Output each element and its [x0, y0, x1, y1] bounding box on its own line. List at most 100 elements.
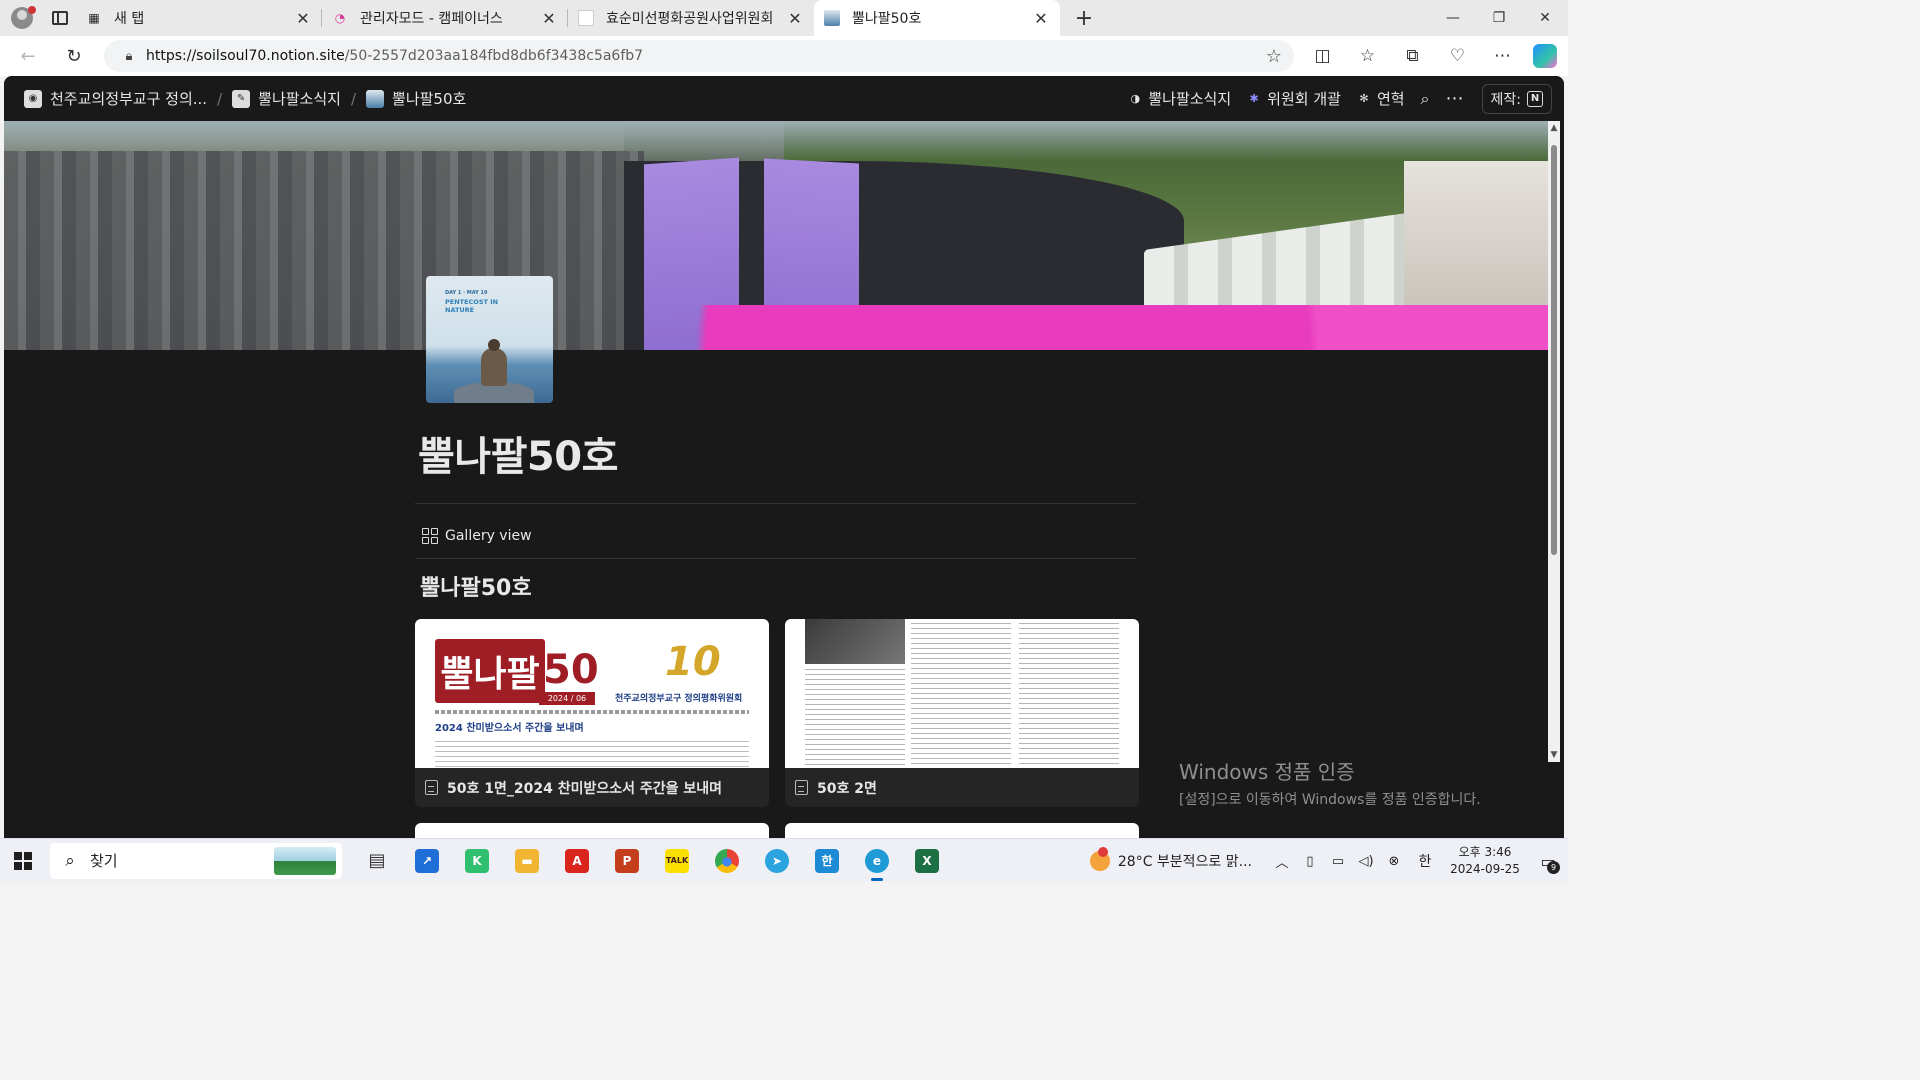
excel-icon: X: [915, 848, 939, 873]
back-button[interactable]: ←: [8, 36, 48, 76]
powerpoint-icon: P: [615, 848, 639, 873]
anniversary-logo-icon: 10: [665, 639, 721, 685]
battery-icon[interactable]: ▯: [1298, 854, 1322, 869]
newsletter-icon: ◑: [1130, 92, 1141, 105]
more-options-icon[interactable]: ⋯: [1480, 36, 1525, 76]
made-with-notion-button[interactable]: 제작: N: [1481, 83, 1552, 114]
taskbar-app-hangul[interactable]: 한: [802, 839, 852, 883]
page-scrollbar[interactable]: ▲ ▼: [1548, 121, 1560, 762]
system-tray: 28°C 부분적으로 맑... ︿ ▯ ▭ ◁) ⊗ 한 오후 3:46 202…: [1089, 839, 1568, 883]
gallery-card[interactable]: 50호 2면: [785, 619, 1139, 807]
page-cover-icon: [366, 89, 385, 108]
tab-peace-park[interactable]: 효순미선평화공원사업위원회 ✕: [568, 0, 814, 36]
taskbar-app-kinemaster[interactable]: K: [452, 839, 502, 883]
site-info-icon[interactable]: 🔒︎: [112, 49, 146, 64]
gallery-view-tab[interactable]: Gallery view: [422, 528, 532, 544]
notification-badge: 9: [1547, 861, 1560, 874]
restore-button[interactable]: ❐: [1476, 0, 1522, 36]
network-icon[interactable]: ▭: [1326, 854, 1350, 869]
browser-toolbar-actions: ◫ ☆ ⧉ ♡ ⋯: [1300, 36, 1557, 76]
search-icon[interactable]: ⌕: [1415, 85, 1436, 113]
taskbar-app-acrobat[interactable]: A: [552, 839, 602, 883]
gallery-card-partial[interactable]: [415, 823, 769, 838]
tab-close-icon[interactable]: ✕: [786, 9, 804, 28]
breadcrumb-org[interactable]: ◉ 천주교의정부교구 정의...: [18, 85, 213, 113]
scroll-up-icon[interactable]: ▲: [1548, 123, 1560, 133]
breadcrumb-label: 뿔나팔50호: [392, 90, 467, 108]
tab-close-icon[interactable]: ✕: [1032, 9, 1050, 28]
link-committee-overview[interactable]: ✱ 위원회 개괄: [1241, 85, 1347, 113]
taskbar-app-pinned-app[interactable]: ↗: [402, 839, 452, 883]
telegram-icon: ➤: [765, 848, 789, 873]
favorites-icon[interactable]: ☆: [1345, 36, 1390, 76]
tab-new-tab[interactable]: ▦ 새 탭 ✕: [76, 0, 322, 36]
weather-icon: [1089, 847, 1110, 871]
tab-actions-button[interactable]: [44, 0, 76, 36]
notion-page-icon: [824, 10, 840, 26]
scroll-down-icon[interactable]: ▼: [1548, 750, 1560, 760]
taskbar-app-kakaotalk[interactable]: TALK: [652, 839, 702, 883]
page-cover-image: [4, 121, 1548, 350]
notion-topbar: ◉ 천주교의정부교구 정의... / ✎ 뿔나팔소식지 / 뿔나팔50호 ◑ 뿔…: [4, 76, 1564, 121]
clock[interactable]: 오후 3:46 2024-09-25: [1446, 844, 1524, 878]
task-view-icon: ▤: [368, 850, 386, 871]
scrollbar-thumb[interactable]: [1551, 145, 1557, 555]
page-icon-image: DAY 1 · MAY 19 PENTECOST IN NATURE: [426, 276, 553, 403]
divider: [415, 558, 1137, 559]
tab-ppulnapal-50[interactable]: 뿔나팔50호 ✕: [814, 0, 1060, 36]
minimize-button[interactable]: —: [1430, 0, 1476, 36]
browser-tab-strip: ▦ 새 탭 ✕ ◔ 관리자모드 - 캠페이너스 ✕ 효순미선평화공원사업위원회 …: [0, 0, 1568, 36]
address-bar[interactable]: 🔒︎ https://soilsoul70.notion.site/50-255…: [104, 40, 1294, 72]
link-newsletter[interactable]: ◑ 뿔나팔소식지: [1122, 85, 1237, 113]
windows-taskbar: ⌕ 찾기 ▤ ↗ K ▬ A P TALK ● ➤ 한 e X 28°C 부분적으로 맑... ︿ ▯…: [0, 838, 1568, 882]
newsletter-icon: ✎: [232, 89, 251, 108]
card-thumbnail: 뿔나팔 50 2024 / 06 10 천주교의정부교구 정의평화위원회 202…: [415, 619, 769, 768]
gallery-card-partial[interactable]: [785, 823, 1139, 838]
notion-logo-icon: N: [1527, 90, 1543, 107]
new-tab-button[interactable]: +: [1066, 0, 1102, 36]
chrome-icon: ●: [715, 848, 739, 873]
profile-button[interactable]: [0, 0, 44, 36]
tab-title: 관리자모드 - 캠페이너스: [360, 11, 503, 27]
database-title: 뿔나팔50호: [420, 576, 532, 601]
browser-essentials-icon[interactable]: ♡: [1435, 36, 1480, 76]
ime-indicator[interactable]: 한: [1408, 851, 1442, 871]
more-icon[interactable]: ⋯: [1440, 85, 1470, 113]
file-explorer-icon: ▬: [515, 848, 539, 873]
taskbar-app-excel[interactable]: X: [902, 839, 952, 883]
divider: [415, 503, 1137, 504]
card-thumbnail: [785, 619, 1139, 768]
url-text[interactable]: https://soilsoul70.notion.site/50-2557d2…: [146, 48, 1254, 64]
mic-off-icon[interactable]: ⊗: [1382, 854, 1406, 869]
org-logo-icon: ◉: [24, 89, 42, 108]
taskbar-app-edge[interactable]: e: [852, 839, 902, 883]
taskbar-app-task-view[interactable]: ▤: [352, 839, 402, 883]
card-caption: 50호 2면: [785, 768, 1139, 807]
taskbar-app-powerpoint[interactable]: P: [602, 839, 652, 883]
breadcrumb-newsletter[interactable]: ✎ 뿔나팔소식지: [226, 85, 347, 113]
split-screen-icon[interactable]: ◫: [1300, 36, 1345, 76]
copilot-icon[interactable]: [1533, 44, 1557, 68]
gallery-card[interactable]: 뿔나팔 50 2024 / 06 10 천주교의정부교구 정의평화위원회 202…: [415, 619, 769, 807]
taskbar-app-telegram[interactable]: ➤: [752, 839, 802, 883]
start-button[interactable]: [0, 839, 46, 883]
favorite-star-icon[interactable]: ☆: [1254, 46, 1294, 67]
close-window-button[interactable]: ✕: [1522, 0, 1568, 36]
volume-icon[interactable]: ◁): [1354, 854, 1378, 869]
tab-close-icon[interactable]: ✕: [294, 9, 312, 28]
collections-icon[interactable]: ⧉: [1390, 36, 1435, 76]
reload-button[interactable]: ↻: [54, 36, 94, 76]
windows-logo-icon: [14, 851, 32, 870]
tab-close-icon[interactable]: ✕: [540, 9, 558, 28]
link-history[interactable]: ✻ 연혁: [1351, 85, 1411, 113]
browser-toolbar: ← ↻ 🔒︎ https://soilsoul70.notion.site/50…: [0, 36, 1568, 76]
breadcrumb-current[interactable]: 뿔나팔50호: [360, 85, 472, 113]
tab-campaigners[interactable]: ◔ 관리자모드 - 캠페이너스 ✕: [322, 0, 568, 36]
taskbar-search[interactable]: ⌕ 찾기: [50, 842, 342, 879]
taskbar-app-file-explorer[interactable]: ▬: [502, 839, 552, 883]
breadcrumb-separator: /: [350, 89, 357, 108]
chevron-up-icon[interactable]: ︿: [1270, 852, 1294, 871]
weather-widget[interactable]: 28°C 부분적으로 맑...: [1089, 847, 1252, 871]
taskbar-app-chrome[interactable]: ●: [702, 839, 752, 883]
notifications-button[interactable]: ▭ 9: [1528, 839, 1568, 883]
